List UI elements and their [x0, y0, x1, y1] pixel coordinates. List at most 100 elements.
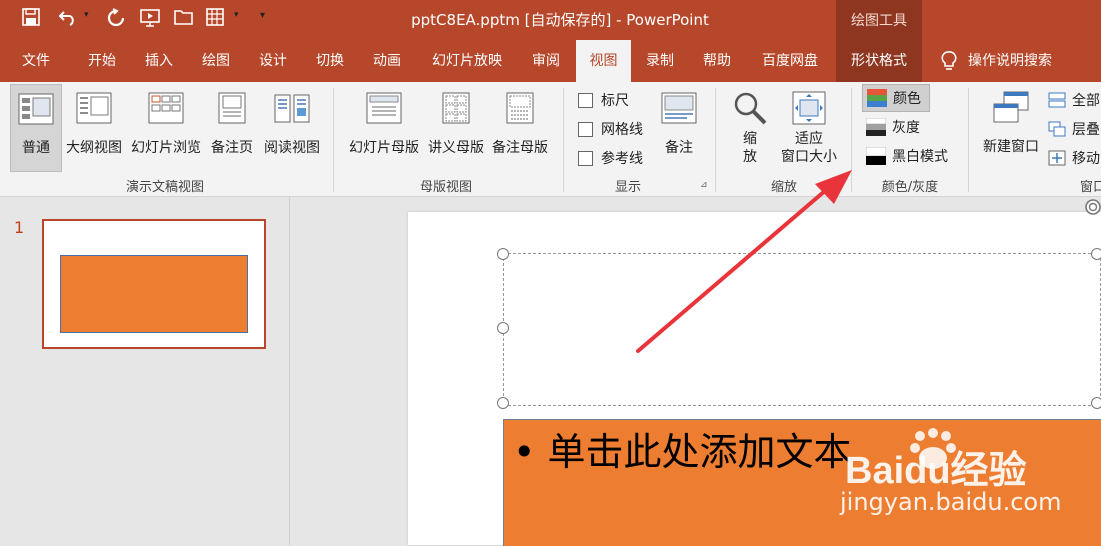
window-title: pptC8EA.pptm [自动保存的] - PowerPoint: [411, 11, 709, 29]
fit-to-window-button[interactable]: 适应 窗口大小: [776, 84, 842, 166]
resize-handle[interactable]: [497, 248, 509, 260]
tab-file[interactable]: 文件: [8, 40, 64, 82]
color-option-label: 颜色: [893, 91, 921, 107]
checkbox-box[interactable]: [578, 92, 593, 108]
annotation-arrow: [636, 170, 852, 353]
group-label-presentation-views: 演示文稿视图: [125, 180, 204, 195]
tab-transitions[interactable]: 切换: [302, 40, 358, 82]
notes-label: 备注: [665, 140, 693, 156]
grayscale-swatch-icon: [866, 118, 886, 136]
tab-help[interactable]: 帮助: [689, 40, 745, 82]
tab-home[interactable]: 开始: [74, 40, 130, 82]
zoom-label-bottom: 放: [743, 149, 757, 165]
gridlines-label: 网格线: [601, 122, 643, 138]
ribbon-separator: [563, 88, 564, 192]
repeat-icon[interactable]: [106, 8, 130, 32]
rotate-handle-icon[interactable]: [1084, 198, 1101, 216]
fit-window-icon: [792, 91, 826, 125]
notes-page-button[interactable]: 备注页: [206, 84, 258, 157]
ruler-checkbox[interactable]: 标尺: [578, 90, 629, 110]
notes-button[interactable]: 备注: [656, 84, 702, 157]
table-dropdown-icon[interactable]: ▾: [234, 10, 246, 30]
normal-view-button[interactable]: 普通: [10, 84, 62, 172]
tab-insert[interactable]: 插入: [131, 40, 187, 82]
magnifier-icon: [734, 92, 767, 125]
watermark-brand: Baidu经验: [845, 450, 1027, 488]
color-option-button[interactable]: 颜色: [862, 84, 930, 112]
outline-view-button[interactable]: 大纲视图: [62, 84, 126, 157]
slide-master-label: 幻灯片母版: [349, 140, 419, 156]
open-icon[interactable]: [174, 8, 198, 32]
black-white-option-label: 黑白模式: [892, 149, 948, 165]
bullet-glyph: •: [513, 430, 536, 474]
notes-master-button[interactable]: 备注母版: [488, 84, 552, 157]
tab-draw[interactable]: 绘图: [188, 40, 244, 82]
resize-handle[interactable]: [497, 322, 509, 334]
reading-view-icon: [274, 94, 310, 123]
reading-view-button[interactable]: 阅读视图: [260, 84, 324, 157]
tell-me-search[interactable]: 操作说明搜索: [968, 40, 1068, 82]
thumbnail-shape: [60, 255, 248, 333]
baidu-watermark-logo: Baidu经验: [845, 428, 1027, 488]
guides-checkbox[interactable]: 参考线: [578, 148, 643, 168]
new-window-label: 新建窗口: [983, 139, 1039, 155]
cascade-icon: [1048, 121, 1066, 137]
guides-label: 参考线: [601, 151, 643, 167]
slide-master-icon: [366, 92, 402, 124]
resize-handle[interactable]: [1091, 397, 1101, 409]
outline-view-label: 大纲视图: [66, 140, 122, 156]
normal-view-icon: [18, 93, 54, 125]
ribbon-separator: [333, 88, 334, 192]
grayscale-option-button[interactable]: 灰度: [864, 117, 920, 137]
ribbon-separator: [968, 88, 969, 192]
handout-master-button[interactable]: 讲义母版: [424, 84, 488, 157]
tab-review[interactable]: 审阅: [518, 40, 574, 82]
slide-sorter-icon: [148, 92, 184, 124]
zoom-label-top: 缩: [743, 131, 757, 147]
tab-view[interactable]: 视图: [576, 40, 631, 82]
undo-icon[interactable]: [58, 8, 82, 32]
tab-animations[interactable]: 动画: [359, 40, 415, 82]
tab-design[interactable]: 设计: [245, 40, 301, 82]
outline-view-icon: [76, 92, 112, 124]
black-white-option-button[interactable]: 黑白模式: [864, 146, 948, 166]
checkbox-box[interactable]: [578, 150, 593, 166]
tab-slideshow[interactable]: 幻灯片放映: [420, 40, 514, 82]
slide-sorter-label: 幻灯片浏览: [131, 140, 201, 156]
context-tool-label: 绘图工具: [836, 0, 922, 40]
move-split-button[interactable]: 移动: [1048, 148, 1100, 168]
pane-divider[interactable]: [289, 197, 290, 545]
ruler-label: 标尺: [601, 93, 629, 109]
tab-baidu-netdisk[interactable]: 百度网盘: [750, 40, 830, 82]
gridlines-checkbox[interactable]: 网格线: [578, 119, 643, 139]
notes-icon: [661, 92, 697, 124]
zoom-button[interactable]: 缩 放: [728, 84, 772, 166]
checkbox-box[interactable]: [578, 121, 593, 137]
arrange-all-icon: [1048, 92, 1066, 108]
customize-icon[interactable]: ▾: [260, 10, 274, 30]
slideshow-icon[interactable]: [140, 8, 164, 32]
resize-handle[interactable]: [497, 397, 509, 409]
undo-dropdown-icon[interactable]: ▾: [84, 10, 96, 30]
resize-handle[interactable]: [1091, 248, 1101, 260]
slide-master-button[interactable]: 幻灯片母版: [344, 84, 424, 157]
cascade-label: 层叠: [1072, 122, 1100, 138]
group-label-master-views: 母版视图: [419, 180, 472, 195]
tab-shape-format[interactable]: 形状格式: [836, 40, 922, 82]
arrange-all-label: 全部: [1072, 93, 1100, 109]
cascade-button[interactable]: 层叠: [1048, 119, 1100, 139]
handout-master-label: 讲义母版: [428, 140, 484, 156]
content-placeholder-text[interactable]: • 单击此处添加文本: [513, 421, 852, 476]
reading-view-label: 阅读视图: [264, 140, 320, 156]
notes-page-icon: [218, 92, 246, 124]
slide-sorter-button[interactable]: 幻灯片浏览: [128, 84, 204, 157]
new-window-button[interactable]: 新建窗口: [978, 84, 1044, 156]
lightbulb-icon: [940, 50, 960, 72]
slide-number: 1: [14, 218, 25, 237]
table-icon[interactable]: [206, 8, 230, 32]
tab-record[interactable]: 录制: [632, 40, 688, 82]
black-white-swatch-icon: [866, 147, 886, 165]
arrange-all-button[interactable]: 全部: [1048, 90, 1100, 110]
save-icon[interactable]: [22, 8, 46, 32]
new-window-icon: [993, 91, 1029, 123]
